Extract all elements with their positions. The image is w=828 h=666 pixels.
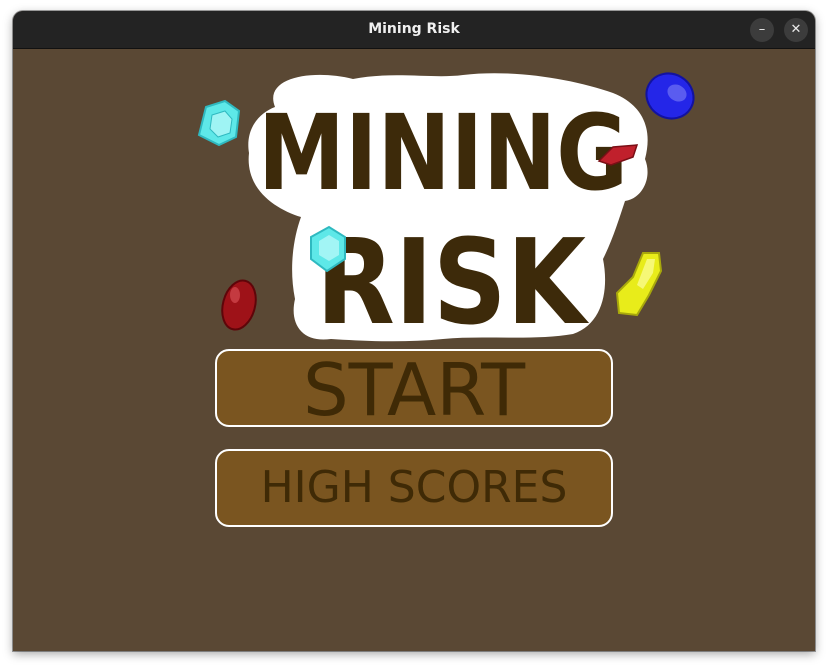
app-window: Mining Risk – ✕ MINING RISK START HIGH S…	[13, 11, 815, 651]
close-button[interactable]: ✕	[784, 18, 808, 42]
logo-line-mining: MINING	[258, 92, 628, 214]
yellow-gem-icon	[615, 252, 663, 317]
game-canvas: MINING RISK START HIGH SCORES	[13, 49, 815, 651]
cyan-gem-icon	[197, 99, 241, 147]
logo-line-risk: RISK	[316, 213, 590, 349]
minimize-button[interactable]: –	[750, 18, 774, 42]
high-scores-button[interactable]: HIGH SCORES	[215, 449, 613, 527]
game-logo: MINING RISK	[197, 72, 695, 349]
title-bar[interactable]: Mining Risk – ✕	[13, 11, 815, 49]
start-button[interactable]: START	[215, 349, 613, 429]
blue-gem-icon	[645, 72, 695, 120]
red-gem-icon	[221, 279, 257, 331]
window-title: Mining Risk	[368, 21, 460, 37]
